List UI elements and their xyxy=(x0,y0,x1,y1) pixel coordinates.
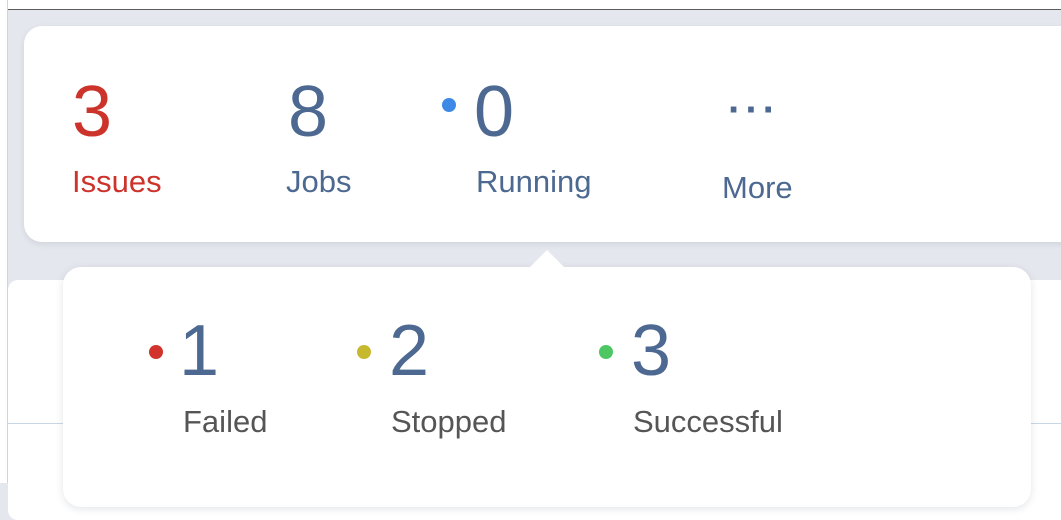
jobs-count: 8 xyxy=(288,72,329,152)
jobs-label: Jobs xyxy=(286,164,352,199)
more-button[interactable]: ··· More xyxy=(714,68,814,208)
stopped-stat[interactable]: 2 Stopped xyxy=(353,307,523,447)
running-status-dot xyxy=(442,98,456,112)
issues-stat[interactable]: 3 Issues xyxy=(68,68,178,208)
running-label: Running xyxy=(476,164,592,199)
popover-arrow xyxy=(529,250,565,268)
jobs-stat[interactable]: 8 Jobs xyxy=(282,68,382,208)
issues-label: Issues xyxy=(72,164,162,199)
successful-label: Successful xyxy=(633,404,783,439)
successful-count: 3 xyxy=(631,311,672,391)
successful-status-dot xyxy=(599,345,613,359)
running-stat[interactable]: 0 Running xyxy=(438,68,608,208)
successful-stat[interactable]: 3 Successful xyxy=(597,307,817,447)
more-dots-icon: ··· xyxy=(728,88,780,132)
stopped-count: 2 xyxy=(389,311,430,391)
window-left-edge xyxy=(0,0,8,483)
failed-status-dot xyxy=(149,345,163,359)
failed-label: Failed xyxy=(183,404,268,439)
running-count: 0 xyxy=(474,72,515,152)
stopped-status-dot xyxy=(357,345,371,359)
stopped-label: Stopped xyxy=(391,404,507,439)
job-summary-card: 3 Issues 8 Jobs 0 Running ··· More xyxy=(24,26,1061,242)
more-label: More xyxy=(722,170,793,205)
failed-stat[interactable]: 1 Failed xyxy=(143,307,293,447)
failed-count: 1 xyxy=(179,311,220,391)
issues-count: 3 xyxy=(72,72,113,152)
jobs-breakdown-popover: 1 Failed 2 Stopped 3 Successful xyxy=(63,267,1031,507)
window-top-edge xyxy=(0,0,1061,10)
